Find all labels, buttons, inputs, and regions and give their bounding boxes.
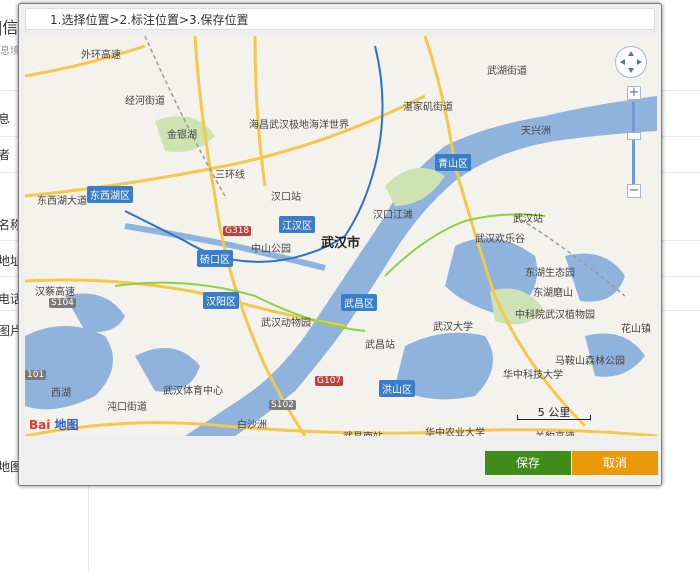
place-label: 汉蔡高速 [35,287,75,298]
place-label: 武汉大学 [433,322,473,333]
cancel-button[interactable]: 取消 [572,451,658,475]
place-label: 武湖街道 [487,66,527,77]
map-scale: 5 公里 [517,404,591,420]
place-label: 三环线 [215,170,245,181]
place-label: 武汉站 [513,214,543,225]
map-view[interactable]: 东西湖区 江汉区 硚口区 汉阳区 武昌区 青山区 洪山区 武汉市 外环高速 东西… [25,36,657,436]
district-qingshan: 青山区 [435,154,471,171]
pan-arrows-icon [620,51,642,73]
district-dongxihu: 东西湖区 [87,186,133,203]
road-tag: 101 [25,370,47,380]
place-label: 湛家矶街道 [403,102,453,113]
place-label: 关豹高速 [535,428,575,436]
district-wuchang: 武昌区 [341,294,377,311]
form-label-owner: 者 [0,148,11,162]
place-label: 武汉动物园 [261,318,311,329]
road-tag: G107 [315,376,344,386]
place-label: 东湖生态园 [525,268,575,279]
place-label: 武昌站 [365,340,395,351]
place-label: 武汉欢乐谷 [475,234,525,245]
road-tag: S102 [269,400,296,410]
page-title: ]信 [0,18,19,37]
district-hongshan: 洪山区 [379,380,415,397]
place-label: 汉口站 [271,192,301,203]
logo-map-text: 地图 [54,418,79,432]
place-label: 花山镇 [621,324,651,335]
scale-bar [517,415,591,420]
pan-control[interactable] [615,46,647,78]
place-label: 中科院武汉植物园 [515,310,595,321]
place-label: 西湖 [51,388,71,399]
baidu-map-logo: Bai 地图 [29,416,79,433]
place-label: 马鞍山森林公园 [555,356,625,367]
map-location-dialog: 1.选择位置>2.标注位置>3.保存位置 东西湖区 江汉区 硚口区 汉阳区 武昌… [18,3,662,486]
place-label: 沌口街道 [107,402,147,413]
place-label: 武昌南站 [343,428,383,436]
city-label: 武汉市 [321,236,361,251]
district-qiaokou: 硚口区 [197,250,233,267]
place-label: 武汉体育中心 [163,386,223,397]
place-label: 东湖磨山 [533,288,573,299]
place-label: 金银湖 [167,130,197,141]
zoom-slider-thumb[interactable] [627,132,641,140]
place-label: 天兴洲 [521,126,551,137]
place-label: 华中科技大学 [503,370,563,381]
form-label-info: 息 [0,112,11,126]
district-jianghan: 江汉区 [279,216,315,233]
place-label: 汉口江滩 [373,210,413,221]
place-label: 东西湖大道 [37,196,87,207]
road-tag: S104 [49,298,76,308]
zoom-in-button[interactable]: + [627,86,641,100]
place-label: 海昌武汉极地海洋世界 [249,120,349,131]
place-label: 白沙洲 [237,420,267,431]
steps-bar: 1.选择位置>2.标注位置>3.保存位置 [25,8,655,30]
logo-bai-text: Bai [29,418,51,432]
zoom-out-button[interactable]: − [627,184,641,198]
zoom-slider-track[interactable] [632,102,635,190]
page-subtitle: 息境 [0,46,20,57]
place-label: 经河街道 [125,96,165,107]
road-tag: G318 [223,226,252,236]
place-label: 外环高速 [81,50,121,61]
district-hanyang: 汉阳区 [203,292,239,309]
save-button[interactable]: 保存 [485,451,571,475]
place-label: 中山公园 [251,244,291,255]
place-label: 华中农业大学 [425,428,485,436]
